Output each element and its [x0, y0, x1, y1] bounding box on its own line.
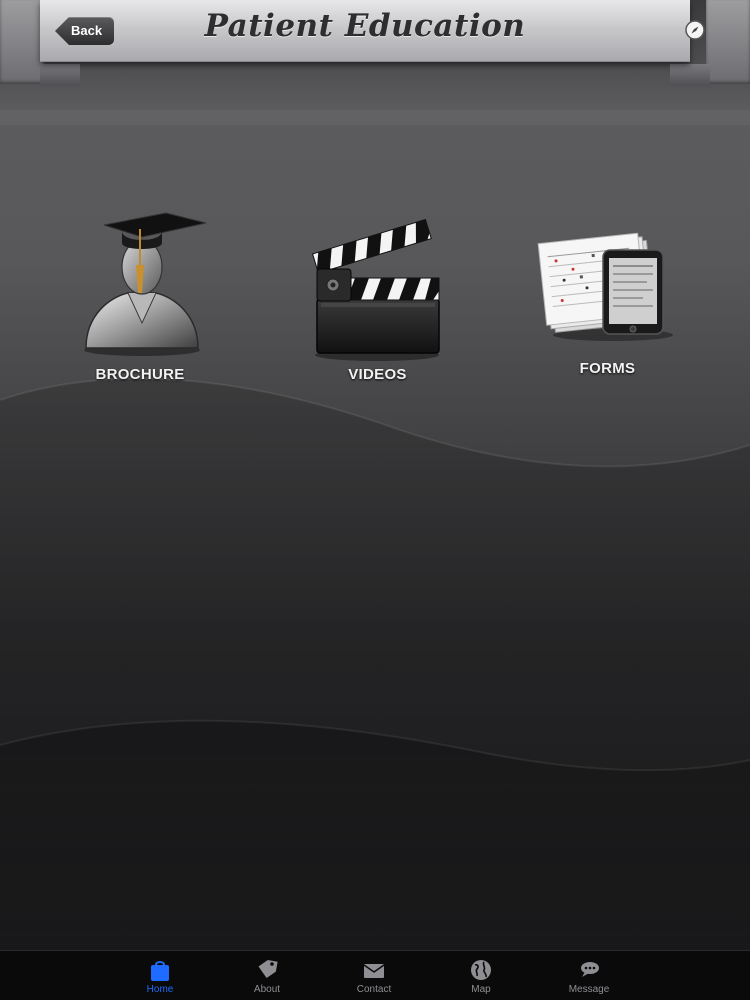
brochure-label: BROCHURE — [95, 366, 185, 383]
app-screen: Back Patient Education BROCHURE VIDEOS F… — [0, 0, 750, 1000]
compass-icon[interactable] — [685, 20, 705, 40]
globe-icon — [471, 960, 491, 980]
background-waves — [0, 110, 750, 950]
tab-contact-label: Contact — [356, 984, 392, 995]
forms-label: FORMS — [579, 360, 636, 377]
page-title: Patient Education — [204, 8, 526, 44]
tab-home[interactable]: Home — [120, 951, 200, 1000]
banner-side-right — [670, 0, 750, 86]
videos-tile[interactable]: VIDEOS — [305, 215, 450, 390]
tab-home-label: Home — [146, 984, 174, 995]
tag-icon — [258, 959, 278, 979]
graduate-icon — [84, 212, 207, 356]
header-banner: Back Patient Education — [40, 0, 705, 62]
forms-tablet-icon — [537, 232, 673, 341]
brochure-tile[interactable]: BROCHURE — [70, 205, 210, 390]
tab-about-label: About — [253, 984, 281, 995]
tab-message[interactable]: Message — [549, 951, 629, 1000]
forms-tile[interactable]: FORMS — [535, 232, 680, 387]
tab-map[interactable]: Map — [441, 951, 521, 1000]
speech-bubbles-icon — [581, 962, 599, 977]
tab-map-label: Map — [471, 984, 491, 995]
videos-label: VIDEOS — [348, 366, 407, 383]
tab-bar: Home About Contact Map Message — [0, 950, 750, 1000]
envelope-icon — [363, 964, 385, 978]
tab-contact[interactable]: Contact — [334, 951, 414, 1000]
home-bag-icon — [151, 961, 169, 981]
tab-about[interactable]: About — [227, 951, 307, 1000]
tab-message-label: Message — [568, 984, 610, 995]
clapperboard-icon — [311, 218, 440, 361]
banner-side-left — [0, 0, 80, 86]
